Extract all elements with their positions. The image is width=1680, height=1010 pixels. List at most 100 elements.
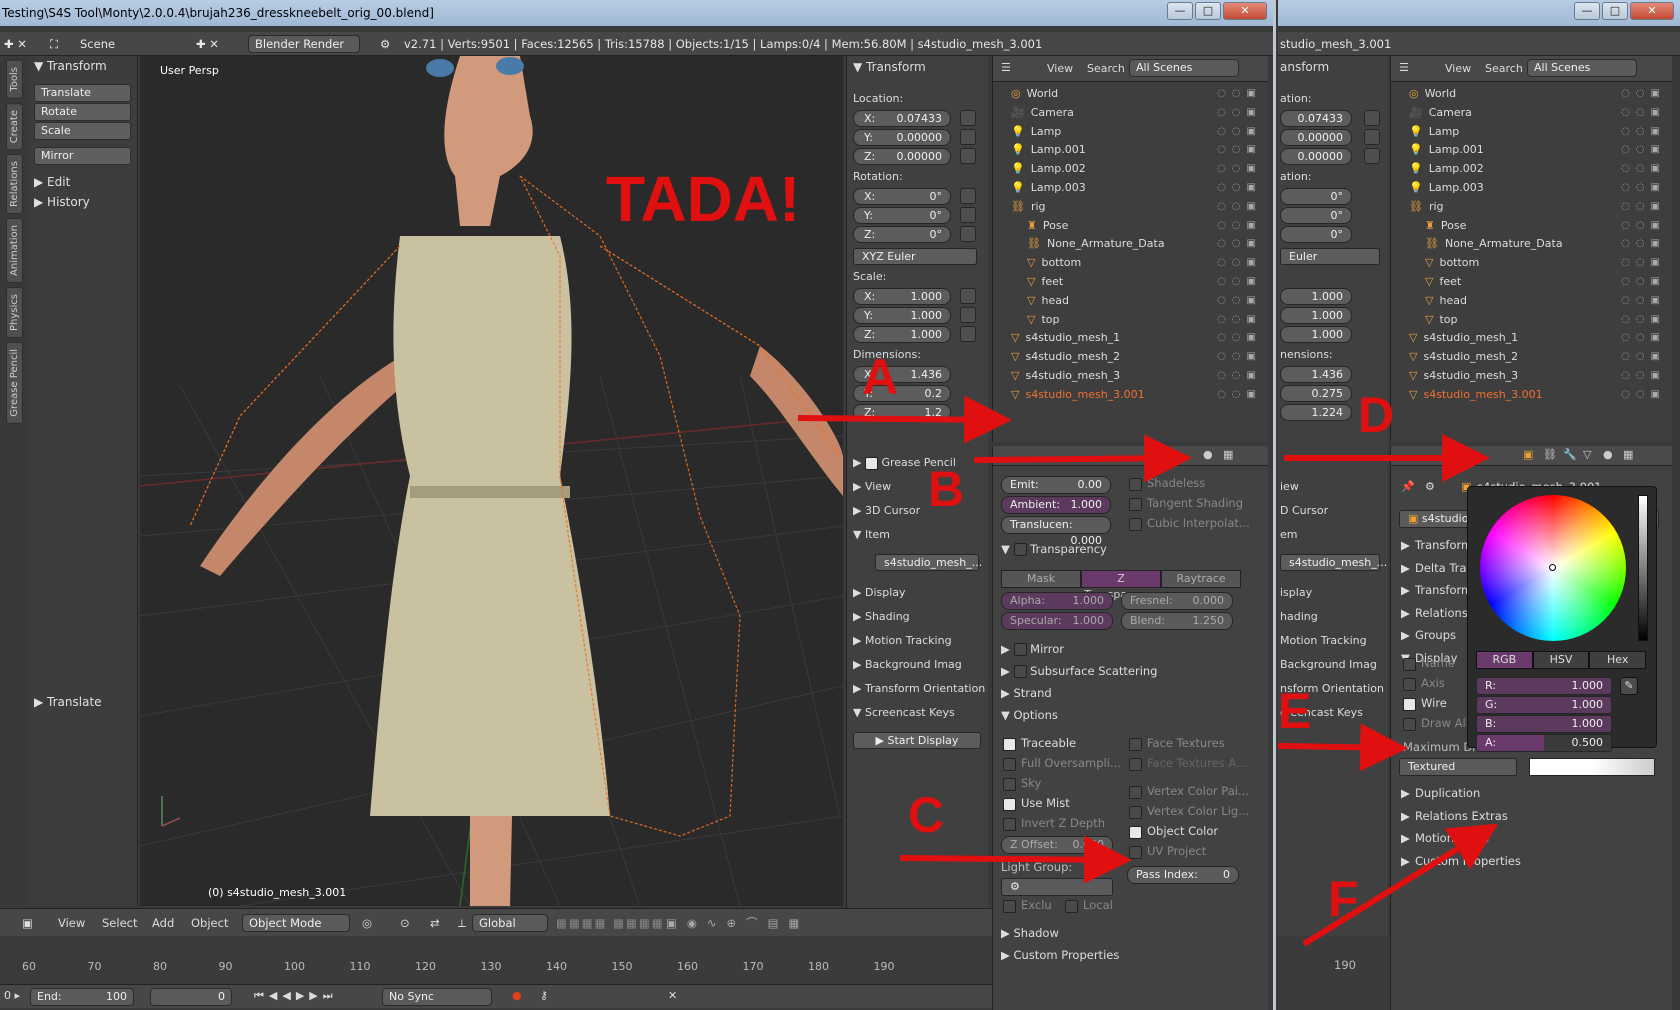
object-section-4[interactable]: Groups <box>1415 628 1456 642</box>
vertex-color-light-checkbox[interactable] <box>1129 806 1142 819</box>
traceable-checkbox[interactable] <box>1003 738 1016 751</box>
outliner-search-menu[interactable]: Search <box>1087 62 1125 75</box>
custom-properties-panel[interactable]: ▶ Custom Properties <box>1001 948 1119 962</box>
visibility-toggles[interactable]: ◌◌▣ <box>1621 197 1666 216</box>
3d-viewport[interactable]: User Persp TADA! (0) s4studio_mesh_3.001 <box>140 56 843 906</box>
outliner-row[interactable]: 🎥 Camera ◌◌▣ <box>1011 103 1268 122</box>
view-panel[interactable]: ▶ View <box>853 480 891 493</box>
layers-grid[interactable]: ▦▦▦▦ ▦▦▦▦ <box>556 909 665 937</box>
visibility-toggles[interactable]: ◌◌▣ <box>1621 234 1666 253</box>
sky-checkbox[interactable] <box>1003 778 1016 791</box>
rotation-y-field-2[interactable]: 0° <box>1280 207 1352 224</box>
dimensions-z-field-2[interactable]: 1.224 <box>1280 404 1352 421</box>
outliner-row[interactable]: 💡 Lamp.002 ◌◌▣ <box>1409 159 1672 178</box>
editor-type-icon[interactable]: ▣ <box>22 909 33 937</box>
material-tab-icon[interactable]: ● <box>1203 448 1213 461</box>
visibility-toggles[interactable]: ◌◌▣ <box>1217 253 1262 272</box>
scene-selector[interactable]: Scene <box>80 32 115 56</box>
constraints-tab-icon[interactable]: ⛓ <box>1543 448 1557 461</box>
transform-panel-header[interactable]: ▼ Transform <box>28 56 137 76</box>
scene-add-icon[interactable]: ✚ ✕ <box>196 32 219 56</box>
timeline[interactable]: 60 70 80 90 100 110 120 130 140 150 160 170 180 190 0… <box>0 936 992 1010</box>
object-menu[interactable]: Object <box>191 909 228 937</box>
mirror-panel[interactable]: ▶ Mirror <box>1001 642 1064 656</box>
tangent-shading-checkbox[interactable] <box>1129 498 1142 511</box>
expand-arrow-icon[interactable]: ▶ <box>1401 854 1410 868</box>
operator-panel-header[interactable]: ▶ Translate <box>28 692 108 712</box>
pass-index-field[interactable]: Pass Index: 0 <box>1127 866 1239 884</box>
location-z-field-2[interactable]: 0.00000 <box>1280 148 1352 165</box>
maximize-button[interactable]: □ <box>1195 2 1221 20</box>
sync-select[interactable]: No Sync <box>382 988 492 1006</box>
rotation-x-field-2[interactable]: 0° <box>1280 188 1352 205</box>
cubic-interpolation-checkbox[interactable] <box>1129 518 1142 531</box>
expand-arrow-icon[interactable]: ▶ <box>1401 606 1410 620</box>
transform-header[interactable]: ▼ Transform <box>853 60 926 74</box>
local-checkbox[interactable] <box>1065 900 1078 913</box>
scale-z-field[interactable]: Z: 1.000 <box>853 326 951 343</box>
location-x-field[interactable]: X: 0.07433 <box>853 110 951 127</box>
visibility-toggles[interactable]: ◌◌▣ <box>1621 84 1666 103</box>
lock-icon[interactable] <box>960 110 976 126</box>
location-y-field-2[interactable]: 0.00000 <box>1280 129 1352 146</box>
outliner-row[interactable]: ▽ top ◌◌▣ <box>1425 310 1672 329</box>
screencast-keys-panel[interactable]: ▼ Screencast Keys <box>853 706 955 719</box>
tool-tab[interactable]: Create <box>6 102 23 150</box>
material-tab-icon-2[interactable]: ● <box>1603 448 1613 461</box>
orientation-icon[interactable]: ⟂ <box>458 909 466 937</box>
vertex-color-paint-checkbox[interactable] <box>1129 786 1142 799</box>
visibility-toggles[interactable]: ◌◌▣ <box>1621 310 1666 329</box>
g-field[interactable]: G: 1.000 <box>1476 696 1612 714</box>
outliner-view-menu-2[interactable]: View <box>1445 62 1471 75</box>
scale-y-field-2[interactable]: 1.000 <box>1280 307 1352 324</box>
visibility-toggles[interactable]: ◌◌▣ <box>1217 328 1262 347</box>
object-section-after-1[interactable]: Relations Extras <box>1415 809 1508 823</box>
visibility-toggles[interactable]: ◌◌▣ <box>1621 178 1666 197</box>
hex-tab[interactable]: Hex <box>1589 651 1647 669</box>
outliner-row[interactable]: ▽ s4studio_mesh_3.001 ◌◌▣ <box>1011 385 1268 404</box>
max-draw-type-select[interactable]: Textured <box>1399 758 1517 776</box>
outliner-row[interactable]: ▽ s4studio_mesh_3 ◌◌▣ <box>1409 366 1672 385</box>
rotation-mode-select-2[interactable]: Euler <box>1280 248 1380 265</box>
outliner-row[interactable]: ▽ feet ◌◌▣ <box>1425 272 1672 291</box>
history-panel-header[interactable]: ▶ History <box>28 192 137 212</box>
visibility-toggles[interactable]: ◌◌▣ <box>1621 253 1666 272</box>
manipulator-icon[interactable]: ⇄ <box>430 909 440 937</box>
value-slider[interactable] <box>1638 495 1648 641</box>
outliner-row[interactable]: 💡 Lamp.002 ◌◌▣ <box>1011 159 1268 178</box>
rotation-y-field[interactable]: Y: 0° <box>853 207 951 224</box>
translate-button[interactable]: Translate <box>34 84 131 102</box>
outliner-row[interactable]: ▽ s4studio_mesh_2 ◌◌▣ <box>1409 347 1672 366</box>
face-textures-checkbox[interactable] <box>1129 738 1142 751</box>
visibility-toggles[interactable]: ◌◌▣ <box>1621 103 1666 122</box>
visibility-toggles[interactable]: ◌◌▣ <box>1621 122 1666 141</box>
z-offset-field[interactable]: Z Offset: 0.000 <box>1001 836 1113 854</box>
item-name-field-2[interactable]: s4studio_mesh_... <box>1280 554 1387 571</box>
motion-tracking-2[interactable]: Motion Tracking <box>1280 634 1367 647</box>
dimensions-x-field-2[interactable]: 1.436 <box>1280 366 1352 383</box>
visibility-toggles[interactable]: ◌◌▣ <box>1217 122 1262 141</box>
lock-icon[interactable] <box>960 326 976 342</box>
texture-tab-icon[interactable]: ▦ <box>1223 448 1233 461</box>
location-z-field[interactable]: Z: 0.00000 <box>853 148 951 165</box>
tool-tab[interactable]: Animation <box>6 217 23 283</box>
lock-icon[interactable] <box>960 148 976 164</box>
mask-tab[interactable]: Mask <box>1001 570 1081 588</box>
visibility-toggles[interactable]: ◌◌▣ <box>1217 272 1262 291</box>
outliner-row[interactable]: 💡 Lamp.003 ◌◌▣ <box>1409 178 1672 197</box>
mode-select[interactable]: Object Mode <box>242 914 350 932</box>
add-menu[interactable]: Add <box>152 909 174 937</box>
object-section-2[interactable]: Transform <box>1415 583 1472 597</box>
transparency-panel[interactable]: ▼ Transparency <box>1001 542 1107 556</box>
minimize-button-2[interactable]: — <box>1574 2 1600 20</box>
edit-panel-header[interactable]: ▶ Edit <box>28 172 137 192</box>
outliner-row[interactable]: 💡 Lamp.001 ◌◌▣ <box>1409 140 1672 159</box>
shadeless-checkbox[interactable] <box>1129 478 1142 491</box>
outliner-row[interactable]: ▽ bottom ◌◌▣ <box>1425 253 1672 272</box>
outliner-editor-icon[interactable]: ☰ <box>1001 61 1011 74</box>
rotate-button[interactable]: Rotate <box>34 103 131 121</box>
b-field[interactable]: B: 1.000 <box>1476 715 1612 733</box>
visibility-toggles[interactable]: ◌◌▣ <box>1621 291 1666 310</box>
expand-arrow-icon[interactable]: ▶ <box>1401 809 1410 823</box>
outliner-row[interactable]: 💡 Lamp ◌◌▣ <box>1409 122 1672 141</box>
